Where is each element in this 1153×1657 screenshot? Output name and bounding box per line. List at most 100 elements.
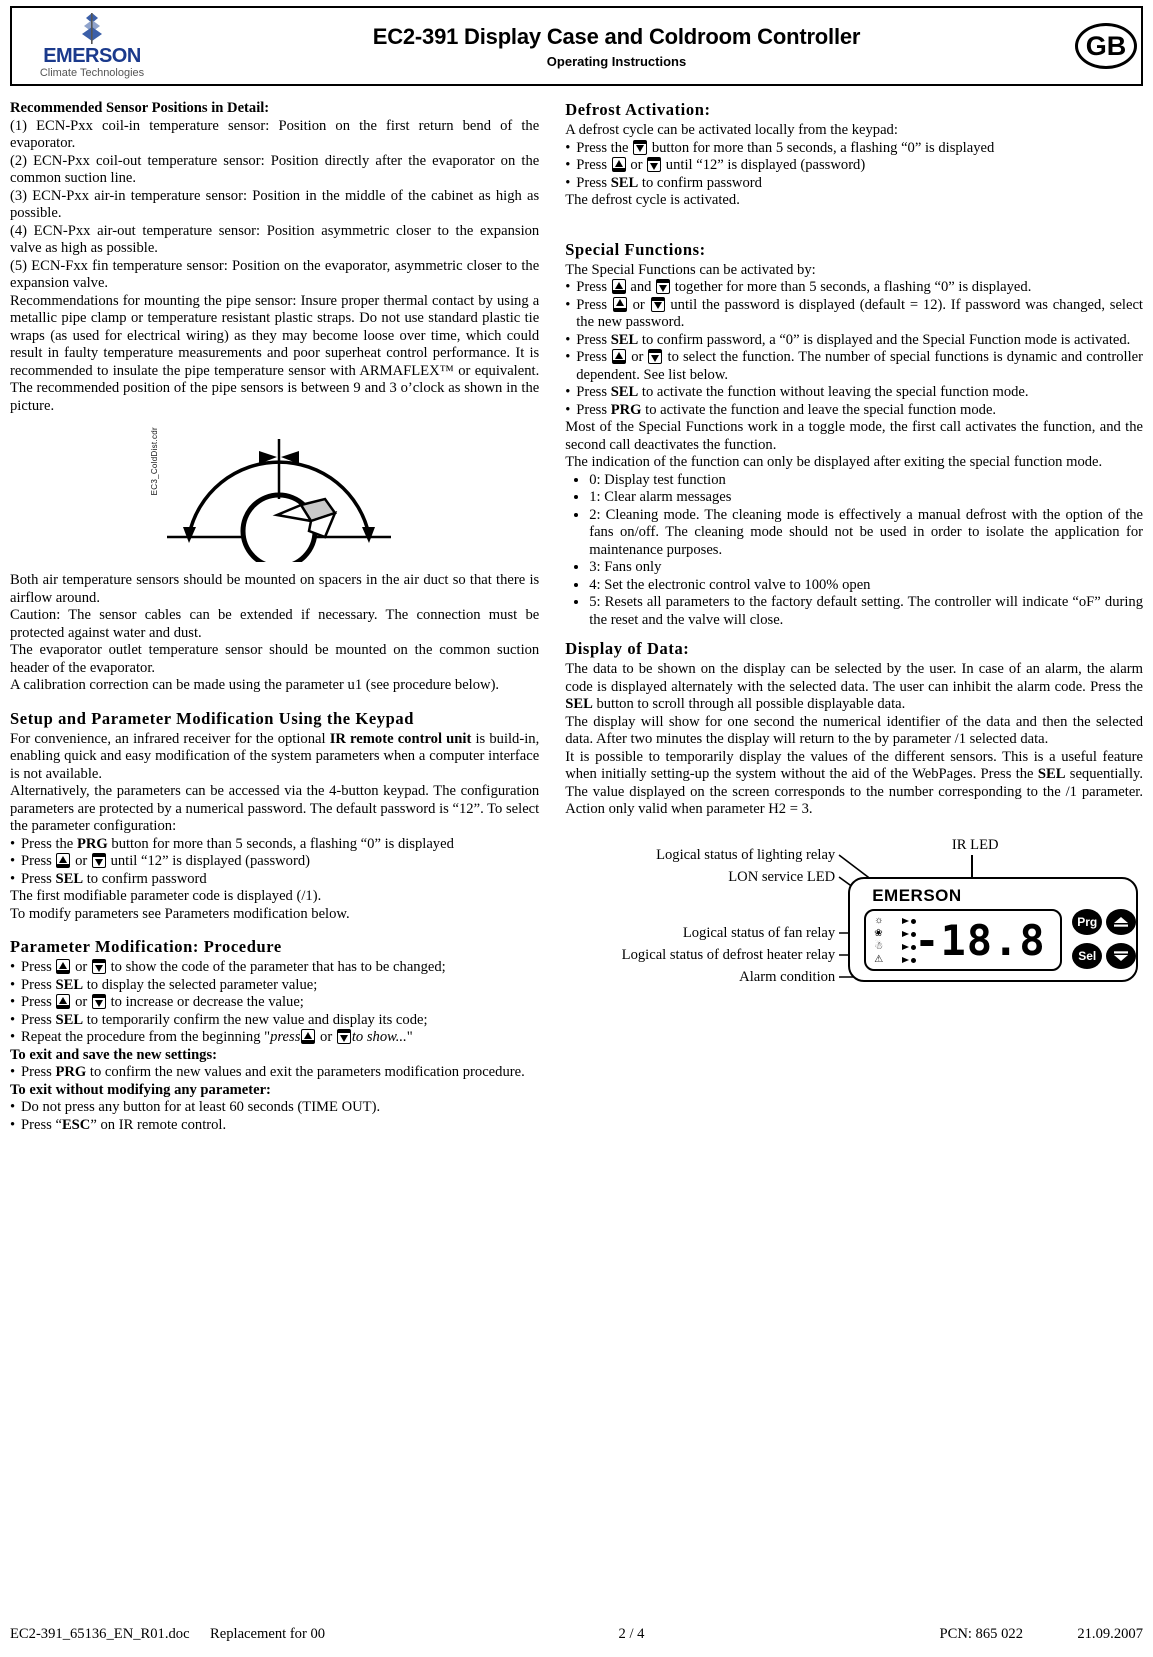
up-button[interactable] [1106,908,1137,935]
special-step-1-post: together for more than 5 seconds, a flas… [671,279,1032,295]
sel-key-label: SEL [55,1011,84,1028]
down-arrow-key-icon [656,279,671,294]
exit-nomod-2-pre: Press “ [21,1116,62,1133]
special-step-4-mid: or [627,349,648,365]
list-item: 3: Fans only [589,559,1143,577]
modify-parameters-note: To modify parameters see Parameters modi… [10,905,350,922]
special-step-3-pre: Press [576,331,611,348]
defrost-step-1: Press the button for more than 5 seconds… [565,139,1143,158]
defrost-step-2: Press or until “12” is displayed (passwo… [565,157,1143,175]
sensor-item-2: (2) ECN-Pxx coil-out temperature sensor:… [10,152,540,187]
footer-date: 21.09.2007 [1077,1626,1143,1642]
status-lighting-relay: ☼ [872,915,917,928]
exit-save-pre: Press [21,1064,56,1080]
evaporator-outlet-note: The evaporator outlet temperature sensor… [10,642,540,676]
ir-remote-control-unit-term: IR remote control unit [329,730,472,747]
display-p1-post: button to scroll through all possible di… [592,696,906,712]
setup-step-1: Press the PRG button for more than 5 sec… [10,836,539,854]
controller-brand-label: EMERSON [872,885,962,905]
prg-button[interactable]: Prg [1072,908,1103,935]
language-badge-label: GB [1075,23,1137,69]
display-paragraph-1: The data to be shown on the display can … [565,661,1143,714]
alarm-bell-icon: ⚠ [874,953,884,965]
emerson-tagline: Climate Technologies [39,67,145,80]
exit-save-heading: To exit and save the new settings: [10,1046,218,1063]
arrow-icon [902,943,910,950]
controller-body: EMERSON ☼ ❀ ☃ ⚠ -18.8 Prg Sel [848,876,1139,982]
setup-step-3-pre: Press [21,870,56,887]
exit-save-post: to confirm the new values and exit the p… [86,1064,525,1080]
left-column: Recommended Sensor Positions in Detail: … [10,100,539,1134]
defrost-activation-heading: Defrost Activation: [565,100,711,119]
defrost-step-2-mid: or [626,157,647,173]
special-functions-heading: Special Functions: [565,239,706,259]
document-header: EMERSON Climate Technologies EC2-391 Dis… [10,6,1143,86]
cable-caution-note: Caution: The sensor cables can be extend… [10,607,540,641]
indication-note: The indication of the function can only … [565,454,1103,470]
up-arrow-key-icon [611,279,626,294]
param-step-5-post: " [406,1029,413,1045]
up-arrow-key-icon [611,157,626,172]
special-function-list: 0: Display test function 1: Clear alarm … [565,472,1143,630]
down-button[interactable] [1106,942,1137,969]
exit-save-step: Press PRG to confirm the new values and … [10,1064,539,1082]
up-arrow-key-icon [612,296,627,312]
special-step-2-pre: Press [576,296,612,313]
document-footer: EC2-391_65136_EN_R01.doc Replacement for… [10,1626,1143,1643]
arrow-icon [902,930,910,937]
sel-key-label: SEL [55,870,84,887]
defrost-activated-note: The defrost cycle is activated. [565,192,740,208]
defrost-step-1-post: button for more than 5 seconds, a flashi… [648,139,995,156]
param-step-3-post: to increase or decrease the value; [106,994,304,1010]
controller-panel-diagram: Logical status of lighting relay LON ser… [565,837,1143,1037]
calibration-note: A calibration correction can be made usi… [10,677,500,693]
emerson-logo: EMERSON Climate Technologies [12,12,162,79]
header-title-group: EC2-391 Display Case and Coldroom Contro… [162,24,1071,69]
status-alarm-condition: ⚠ [872,953,917,967]
param-step-1: Press or to show the code of the paramet… [10,959,539,977]
param-step-5-pre: Repeat the procedure from the beginning … [21,1029,271,1045]
param-step-3-mid: or [71,994,91,1010]
up-arrow-key-icon [301,1029,316,1044]
right-column: Defrost Activation: A defrost cycle can … [565,100,1143,1134]
param-step-2-post: to display the selected parameter value; [83,976,318,993]
air-sensor-note: Both air temperature sensors should be m… [10,572,540,606]
up-arrow-key-icon [56,994,71,1009]
up-arrow-key-icon [612,349,627,364]
param-step-4-post: to temporarily confirm the new value and… [83,1011,428,1028]
down-arrow-key-icon [648,349,663,364]
controller-lcd-screen: ☼ ❀ ☃ ⚠ -18.8 [864,908,1063,971]
param-step-5: Repeat the procedure from the beginning … [10,1029,539,1047]
setup-step-2: Press or until “12” is displayed (passwo… [10,853,539,871]
down-arrow-key-icon [647,157,662,172]
param-step-1-post: to show the code of the parameter that h… [106,959,446,975]
special-step-2: Press or until the password is displayed… [565,296,1143,332]
special-step-4: Press or to select the function. The num… [565,349,1143,384]
param-step-5-mid: or [316,1029,336,1045]
defrost-intro: A defrost cycle can be activated locally… [565,122,898,138]
sensor-item-5: (5) ECN-Fxx fin temperature sensor: Posi… [10,257,540,292]
down-arrow-key-icon [91,994,106,1009]
setup-step-3: Press SEL to confirm password [10,871,539,889]
footer-replacement: Replacement for 00 [210,1626,326,1642]
display-paragraph-2: The display will show for one second the… [565,713,1143,748]
special-step-6-pre: Press [576,401,611,418]
special-step-1-mid: and [626,279,656,295]
sel-button[interactable]: Sel [1072,942,1103,969]
sensor-positions-heading: Recommended Sensor Positions in Detail: [10,100,270,116]
list-item: 5: Resets all parameters to the factory … [589,594,1143,629]
setup-step-1-pre: Press the [21,835,77,852]
special-step-6: Press PRG to activate the function and l… [565,402,1143,420]
special-step-6-post: to activate the function and leave the s… [641,401,997,418]
sel-key-label: SEL [610,384,639,400]
down-arrow-key-icon [650,296,665,312]
special-step-4-pre: Press [576,349,612,365]
document-title: EC2-391 Display Case and Coldroom Contro… [372,23,861,49]
sel-key-label: SEL [1037,766,1066,782]
language-badge: GB [1071,23,1141,69]
seven-segment-display: -18.8 [914,915,1046,965]
emerson-wordmark: EMERSON [43,45,141,68]
param-step-4-pre: Press [21,1011,56,1028]
list-item: 2: Cleaning mode. The cleaning mode is e… [589,507,1143,560]
prg-key-label: PRG [610,401,642,418]
